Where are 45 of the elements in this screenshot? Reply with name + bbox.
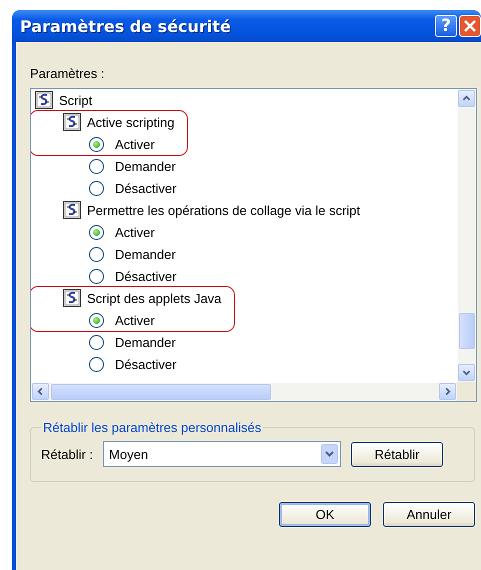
setting-label[interactable]: Script des applets Java <box>87 290 222 306</box>
radio-label[interactable]: Désactiver <box>115 356 176 372</box>
setting-label[interactable]: Active scripting <box>87 114 174 130</box>
script-icon <box>63 113 81 131</box>
scroll-down-icon[interactable] <box>458 364 475 381</box>
radio-label[interactable]: Désactiver <box>115 180 176 196</box>
window-title: Paramètres de sécurité <box>20 16 232 36</box>
scroll-up-icon[interactable] <box>458 90 475 107</box>
radio-label[interactable]: Demander <box>115 246 176 262</box>
radio-button[interactable] <box>89 268 104 284</box>
close-icon[interactable] <box>459 15 481 37</box>
scrollbar-thumb[interactable] <box>459 313 475 349</box>
script-icon <box>63 289 81 307</box>
settings-label: Paramètres : <box>30 66 106 81</box>
radio-button[interactable] <box>89 180 104 196</box>
reset-label: Rétablir : <box>41 446 94 462</box>
scroll-left-icon[interactable] <box>32 383 49 400</box>
dialog-button[interactable]: Annuler <box>383 502 475 527</box>
scroll-right-icon[interactable] <box>439 383 456 400</box>
radio-button[interactable] <box>89 246 104 262</box>
vertical-scrollbar[interactable] <box>458 89 476 382</box>
script-icon <box>35 91 53 109</box>
script-icon <box>63 201 81 219</box>
group-legend: Rétablir les paramètres personnalisés <box>41 420 264 435</box>
radio-label[interactable]: Activer <box>115 136 155 152</box>
reset-button[interactable]: Rétablir <box>351 442 444 466</box>
dialog-button[interactable]: OK <box>279 502 371 527</box>
setting-label[interactable]: Permettre les opérations de collage via le script <box>87 202 360 218</box>
scrollbar-thumb[interactable] <box>51 384 271 400</box>
help-button[interactable]: ? <box>435 15 457 37</box>
radio-button[interactable] <box>89 356 104 372</box>
radio-button[interactable] <box>89 136 104 152</box>
radio-label[interactable]: Demander <box>115 158 176 174</box>
radio-label[interactable]: Activer <box>115 224 155 240</box>
radio-button[interactable] <box>89 312 104 328</box>
horizontal-scrollbar[interactable] <box>31 383 457 401</box>
tree-item-label[interactable]: Script <box>59 92 92 108</box>
reset-dropdown[interactable]: Moyen <box>103 441 342 467</box>
radio-button[interactable] <box>89 334 104 350</box>
radio-button[interactable] <box>89 224 104 240</box>
radio-label[interactable]: Désactiver <box>115 268 176 284</box>
radio-button[interactable] <box>89 158 104 174</box>
radio-label[interactable]: Activer <box>115 312 155 328</box>
scrollbar-corner <box>457 382 476 401</box>
radio-label[interactable]: Demander <box>115 334 176 350</box>
